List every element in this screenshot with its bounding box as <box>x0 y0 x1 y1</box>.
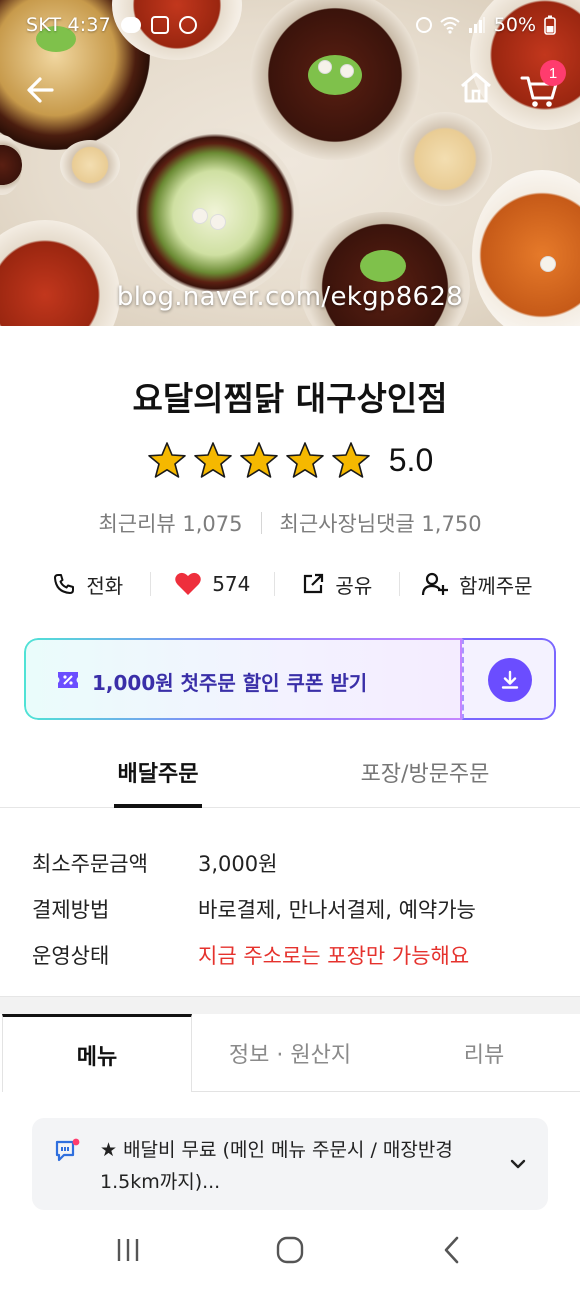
info-row-min-order: 최소주문금액 3,000원 <box>32 840 552 886</box>
chevron-down-icon[interactable] <box>508 1154 528 1174</box>
rating-value: 5.0 <box>388 441 434 478</box>
phone-icon <box>54 574 75 594</box>
garnish <box>210 214 226 230</box>
food-bowl <box>398 112 492 206</box>
tab-delivery-order[interactable]: 배달주문 <box>114 756 202 808</box>
first-order-coupon[interactable]: 1,000원 첫주문 할인 쿠폰 받기 <box>24 638 556 720</box>
store-actions: 전화 574 공유 함께주문 <box>26 564 554 604</box>
coupon-banner[interactable]: 1,000원 첫주문 할인 쿠폰 받기 <box>24 638 462 720</box>
instagram-icon <box>178 16 197 34</box>
call-label: 전화 <box>86 573 124 598</box>
system-navigation-bar <box>0 1212 580 1289</box>
coupon-icon <box>58 672 78 688</box>
wifi-icon <box>440 17 460 34</box>
order-type-tabs: 배달주문 포장/방문주문 <box>0 756 580 808</box>
home-icon[interactable] <box>456 68 496 108</box>
store-name: 요달의찜닭 대구상인점 <box>132 379 448 418</box>
group-order-button[interactable]: 함께주문 <box>400 570 554 599</box>
star-icon <box>239 442 278 478</box>
battery-level: 50% <box>493 14 536 36</box>
star-icon <box>331 442 370 478</box>
order-info: 최소주문금액 3,000원 결제방법 바로결제, 만나서결제, 예약가능 운영상… <box>32 840 552 978</box>
add-user-icon <box>421 572 448 596</box>
like-count: 574 <box>212 572 251 596</box>
tab-pickup-order[interactable]: 포장/방문주문 <box>340 756 510 808</box>
kakaotalk-icon <box>120 17 141 33</box>
garnish <box>192 208 208 224</box>
battery-icon <box>544 15 556 35</box>
payment-label: 결제방법 <box>32 898 110 922</box>
tab-menu[interactable]: 메뉴 <box>2 1014 192 1092</box>
status-bar: SKT 4:37 50% <box>0 0 580 54</box>
food-bowl <box>130 128 300 298</box>
back-button-icon[interactable] <box>432 1232 472 1268</box>
notice-banner[interactable]: ★ 배달비 무료 (메인 메뉴 주문시 / 매장반경 1.5km까지)... <box>32 1118 548 1210</box>
review-stats[interactable]: 최근리뷰 1,075 최근사장님댓글 1,750 <box>0 508 580 538</box>
garnish <box>308 55 362 95</box>
call-button[interactable]: 전화 <box>26 570 150 599</box>
share-label: 공유 <box>335 573 373 598</box>
owner-reply-count[interactable]: 최근사장님댓글 1,750 <box>280 508 482 538</box>
min-order-label: 최소주문금액 <box>32 852 148 876</box>
home-button-icon[interactable] <box>270 1232 310 1268</box>
group-order-label: 함께주문 <box>458 573 533 598</box>
status-value: 지금 주소로는 포장만 가능해요 <box>198 944 470 968</box>
notice-text: ★ 배달비 무료 (메인 메뉴 주문시 / 매장반경 1.5km까지)... <box>100 1139 453 1193</box>
tab-reviews[interactable]: 리뷰 <box>388 1014 580 1092</box>
coupon-download-button[interactable] <box>488 658 532 702</box>
food-bowl <box>60 140 120 190</box>
download-icon <box>501 670 519 689</box>
rating-row: 5.0 <box>0 440 580 480</box>
min-order-value: 3,000원 <box>198 852 278 876</box>
share-icon <box>304 573 324 594</box>
image-watermark: blog.naver.com/ekgp8628 <box>116 282 464 312</box>
garnish <box>540 256 556 272</box>
coupon-download-area[interactable] <box>462 638 556 720</box>
coupon-label: 1,000원 첫주문 할인 쿠폰 받기 <box>92 671 368 695</box>
info-row-payment: 결제방법 바로결제, 만나서결제, 예약가능 <box>32 886 552 932</box>
tab-info-origin[interactable]: 정보 · 원산지 <box>192 1014 388 1092</box>
back-arrow-icon[interactable] <box>22 70 62 110</box>
recent-apps-icon[interactable] <box>108 1232 148 1268</box>
info-row-status: 운영상태 지금 주소로는 포장만 가능해요 <box>32 932 552 978</box>
payment-value: 바로결제, 만나서결제, 예약가능 <box>198 898 476 922</box>
cart-count-badge: 1 <box>540 60 566 86</box>
signal-icon <box>468 17 485 33</box>
garnish <box>340 64 354 78</box>
notice-chat-icon <box>55 1138 80 1162</box>
share-button[interactable]: 공유 <box>275 570 399 599</box>
food-bowl <box>0 135 22 195</box>
heart-icon <box>175 572 201 595</box>
divider <box>260 512 262 534</box>
alarm-icon <box>415 17 432 33</box>
like-button[interactable]: 574 <box>151 571 275 597</box>
carrier-time: SKT 4:37 <box>26 14 111 36</box>
star-icon <box>147 442 186 478</box>
garnish <box>318 60 332 74</box>
section-divider <box>0 996 580 1014</box>
store-hero-image: SKT 4:37 50% 1 blog.naver.com/ekgp8628 <box>0 0 580 326</box>
star-icon <box>193 442 232 478</box>
recent-review-count[interactable]: 최근리뷰 1,075 <box>98 508 242 538</box>
notification-icon <box>150 16 169 34</box>
status-label: 운영상태 <box>32 944 110 968</box>
star-icon <box>285 442 324 478</box>
garnish <box>360 250 406 282</box>
menu-tabs: 메뉴 정보 · 원산지 리뷰 <box>0 1014 580 1092</box>
